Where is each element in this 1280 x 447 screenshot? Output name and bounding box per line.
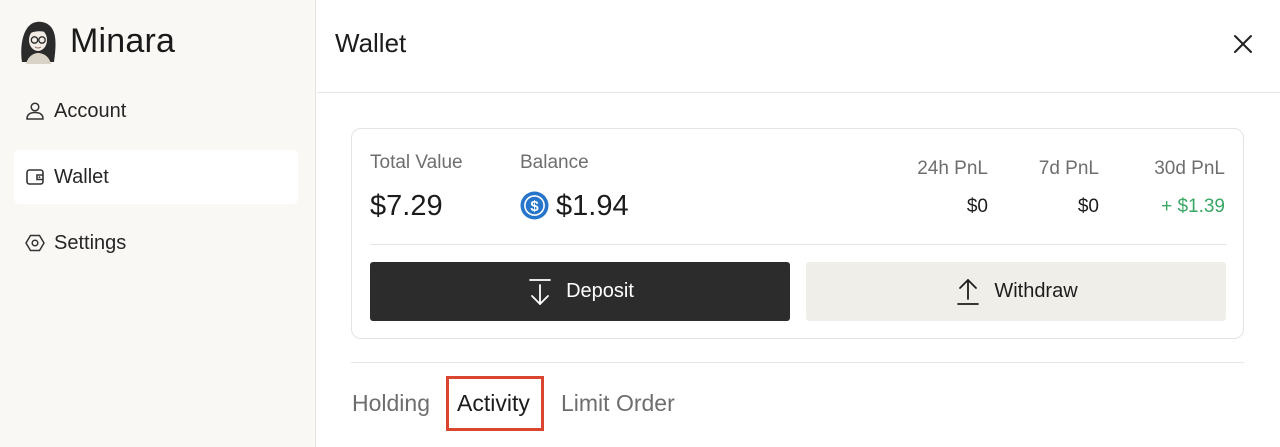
avatar-icon [21,21,56,64]
close-icon[interactable] [1229,30,1257,58]
pnl-30d-label: 30d PnL [1154,158,1225,179]
user-icon [26,102,44,120]
card-divider [370,244,1227,245]
usdc-coin-icon: $ [520,191,549,220]
svg-text:$: $ [530,198,539,215]
deposit-label: Deposit [566,280,634,302]
total-value-amount: $7.29 [370,190,443,222]
balance-label: Balance [520,152,589,173]
tab-holding[interactable]: Holding [352,390,430,417]
brand-name: Minara [70,21,176,60]
sidebar: Minara Account Wallet Settings [0,0,316,447]
balance-amount: $1.94 [556,190,629,222]
sidebar-item-settings[interactable]: Settings [14,216,298,270]
tab-limit-order[interactable]: Limit Order [561,390,675,417]
panel-header: Wallet [317,0,1280,93]
section-divider [351,362,1244,363]
pnl-7d-label: 7d PnL [1038,158,1099,179]
sidebar-item-label: Wallet [54,165,109,188]
wallet-panel: Wallet Total Value $7.29 Balance $ $1.94… [317,0,1280,447]
sidebar-item-wallet[interactable]: Wallet [14,150,298,204]
withdraw-button[interactable]: Withdraw [806,262,1226,321]
wallet-summary-card: Total Value $7.29 Balance $ $1.94 24h Pn… [351,128,1244,339]
sidebar-item-label: Settings [54,231,127,254]
sidebar-item-account[interactable]: Account [14,84,298,138]
page-title: Wallet [335,28,407,58]
upload-arrow-icon [957,278,980,305]
tab-activity[interactable]: Activity [457,390,530,417]
brand[interactable]: Minara [16,18,175,64]
deposit-button[interactable]: Deposit [370,262,790,321]
withdraw-label: Withdraw [994,280,1078,302]
pnl-7d-value: $0 [1077,196,1099,217]
total-value-label: Total Value [370,152,463,173]
pnl-30d-value: + $1.39 [1161,196,1225,217]
download-arrow-icon [529,278,551,305]
settings-icon [25,234,45,252]
sidebar-item-label: Account [54,99,127,122]
pnl-24h-label: 24h PnL [917,158,988,179]
pnl-24h-value: $0 [966,196,988,217]
wallet-icon [26,169,44,185]
